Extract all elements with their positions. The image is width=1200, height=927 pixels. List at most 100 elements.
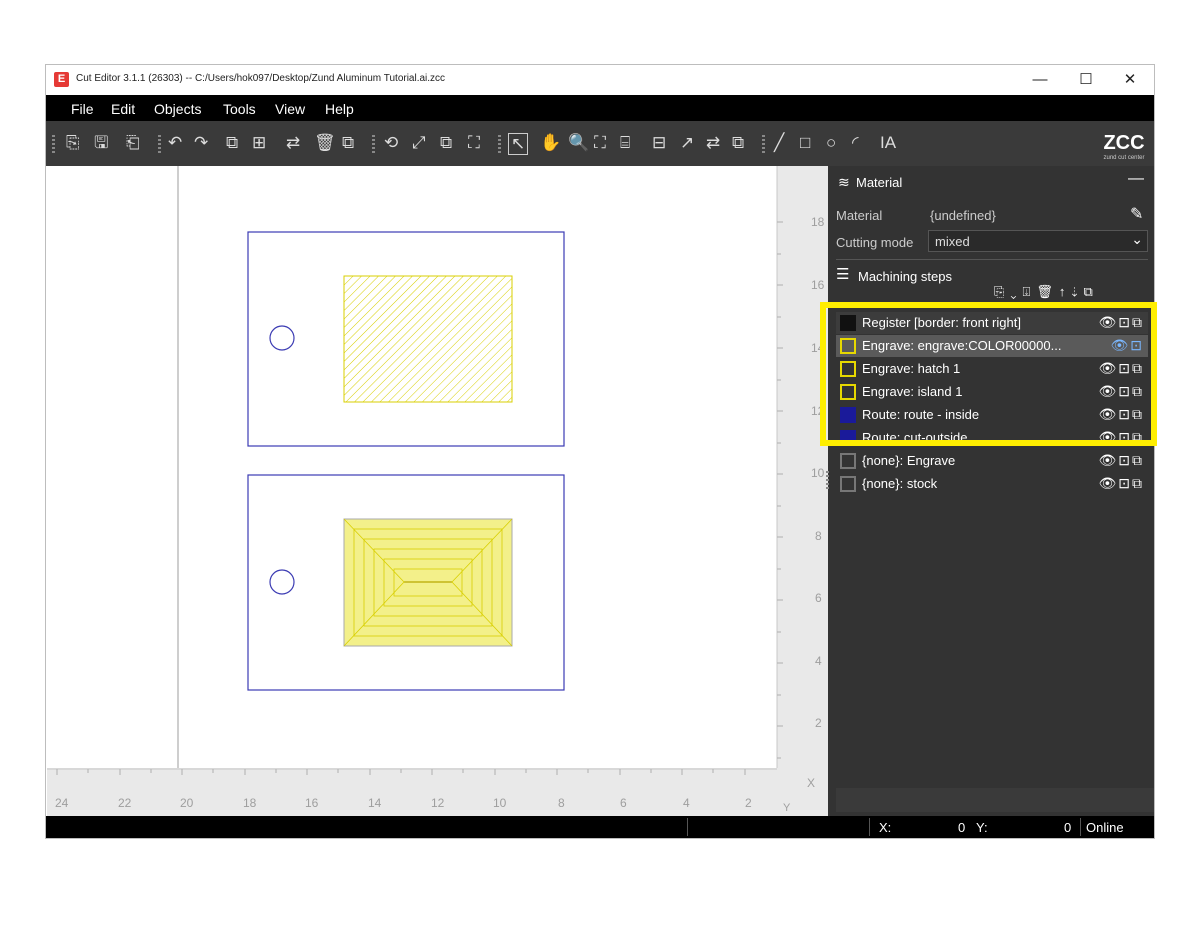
layers-icon: ≋ [838, 174, 850, 190]
ruler-x-label: 6 [620, 796, 627, 810]
nest-icon[interactable]: ⧉ [732, 133, 744, 153]
zoom-icon[interactable]: 🔍 [568, 133, 589, 153]
toolbar-grip[interactable] [762, 135, 765, 153]
pan-hand-icon[interactable]: ✋ [540, 133, 561, 153]
panel-resize-grip[interactable] [826, 471, 829, 489]
zoom-width-icon[interactable]: ⌸ [620, 133, 630, 153]
hole-2[interactable] [269, 569, 295, 595]
visibility-lock-icons[interactable]: 👁⊡⧉ [1099, 429, 1145, 446]
ruler-y-axis-label: Y [783, 802, 791, 814]
visibility-lock-icons[interactable]: 👁⊡⧉ [1099, 360, 1145, 377]
zcc-logo-tagline: zund cut center [1103, 155, 1144, 161]
ruler-x-label: 22 [118, 796, 132, 810]
close-button[interactable]: ✕ [1108, 67, 1152, 93]
menu-bar: File Edit Objects Tools View Help [46, 95, 1154, 121]
ruler-x-label: 12 [431, 796, 445, 810]
edit-pencil-icon[interactable]: ✎ [1130, 204, 1143, 224]
visibility-lock-icons[interactable]: 👁⊡⧉ [1099, 383, 1145, 400]
list-item[interactable]: Route: cut-outside 👁⊡⧉ [836, 427, 1148, 449]
select-pointer-icon[interactable]: ↖ [508, 133, 529, 155]
drawing-canvas[interactable]: 24 22 20 18 16 14 12 10 8 6 4 2 Y X 18 1… [47, 166, 828, 816]
toolbar-grip[interactable] [498, 135, 501, 153]
line-tool-icon[interactable]: ╱ [774, 133, 784, 153]
group-icon[interactable]: ⧉ [226, 133, 238, 153]
menu-view[interactable]: View [275, 101, 305, 117]
visibility-lock-icons[interactable]: 👁⊡⧉ [1099, 452, 1145, 469]
toolbar-grip[interactable] [52, 135, 55, 153]
toolbar-grip[interactable] [372, 135, 375, 153]
save-icon[interactable]: 🖫 [94, 133, 108, 153]
visibility-lock-icons[interactable]: 👁⊡⧉ [1099, 406, 1145, 423]
step-label: {none}: stock [862, 476, 938, 491]
step-label: Engrave: engrave:COLOR00000... [862, 338, 1062, 353]
array-icon[interactable]: ⧉ [440, 133, 452, 153]
transform-icon[interactable]: ⛶ [468, 133, 480, 153]
direction-icon[interactable]: ↗ [680, 133, 694, 153]
ruler-x-label: 10 [493, 796, 507, 810]
ruler-y-label: 2 [815, 716, 822, 730]
list-item[interactable]: Register [border: front right] 👁⊡⧉ [836, 312, 1148, 334]
ungroup-icon[interactable]: ⊞ [252, 133, 266, 153]
visibility-lock-icons[interactable]: 👁⊡⧉ [1099, 314, 1145, 331]
zcc-logo-text: ZCC [1103, 132, 1144, 154]
collapse-icon[interactable]: — [1128, 170, 1144, 188]
list-item[interactable]: {none}: Engrave 👁⊡⧉ [836, 450, 1148, 472]
cutting-mode-value: mixed [935, 234, 970, 249]
ruler-y-label: 8 [815, 529, 822, 543]
list-item[interactable]: Engrave: engrave:COLOR00000... 👁⊡ [836, 335, 1148, 357]
mirror-icon[interactable]: ⤢ [412, 133, 426, 153]
ruler-x-axis-label: X [807, 776, 816, 790]
redo-icon[interactable]: ↷ [194, 133, 208, 153]
rectangle-tool-icon[interactable]: □ [800, 133, 810, 153]
delete-icon[interactable]: 🗑 [314, 133, 336, 153]
maximize-button[interactable]: ☐ [1064, 67, 1108, 93]
ruler-y-label: 12 [811, 404, 825, 418]
circle-tool-icon[interactable]: ○ [826, 133, 836, 153]
menu-file[interactable]: File [71, 101, 94, 117]
menu-help[interactable]: Help [325, 101, 354, 117]
measure-icon[interactable]: ⊟ [652, 133, 666, 153]
visibility-lock-icons[interactable]: 👁⊡ [1110, 337, 1144, 354]
zcc-logo-icon: ZCC zund cut center [1103, 132, 1144, 161]
ruler-x-label: 14 [368, 796, 382, 810]
text-tool-icon[interactable]: IA [880, 133, 896, 153]
minimize-button[interactable]: — [1018, 67, 1062, 93]
cut-editor-window: E Cut Editor 3.1.1 (26303) -- C:/Users/h… [45, 64, 1155, 839]
status-y-value: 0 [1064, 820, 1072, 835]
material-value: {undefined} [930, 208, 996, 223]
list-item[interactable]: {none}: stock 👁⊡⧉ [836, 473, 1148, 495]
status-x-value: 0 [958, 820, 966, 835]
hole-1[interactable] [269, 325, 295, 351]
menu-edit[interactable]: Edit [111, 101, 135, 117]
panel-footer [836, 788, 1154, 812]
steps-toolbar-icons[interactable]: ⎘⌄⍗🗑↑⇣⧉ [994, 284, 1099, 300]
engrave-island-area[interactable] [343, 518, 513, 647]
step-label: Register [border: front right] [862, 315, 1021, 330]
zoom-fit-icon[interactable]: ⛶ [594, 133, 606, 153]
ruler-y-label: 14 [811, 341, 825, 355]
connection-status: Online [1086, 820, 1124, 835]
step-label: Engrave: island 1 [862, 384, 963, 399]
menu-objects[interactable]: Objects [154, 101, 201, 117]
arc-tool-icon[interactable]: ◜ [852, 133, 859, 153]
copy-icon[interactable]: ⧉ [342, 133, 354, 153]
rotate-icon[interactable]: ⟲ [384, 133, 398, 153]
visibility-lock-icons[interactable]: 👁⊡⧉ [1099, 475, 1145, 492]
engrave-hatch-area[interactable] [343, 275, 513, 403]
list-item[interactable]: Engrave: hatch 1 👁⊡⧉ [836, 358, 1148, 380]
step-label: Route: route - inside [862, 407, 980, 422]
step-label: Route: cut-outside [862, 430, 968, 445]
undo-icon[interactable]: ↶ [168, 133, 182, 153]
order-icon[interactable]: ⇄ [286, 133, 300, 153]
cutting-mode-select[interactable]: mixed ⌄ [928, 230, 1148, 252]
export-icon[interactable]: ⎗ [126, 133, 140, 153]
toolbar-grip[interactable] [158, 135, 161, 153]
ruler-x-label: 18 [243, 796, 257, 810]
chevron-down-icon: ⌄ [1131, 231, 1143, 247]
list-item[interactable]: Engrave: island 1 👁⊡⧉ [836, 381, 1148, 403]
menu-tools[interactable]: Tools [223, 101, 256, 117]
list-item[interactable]: Route: route - inside 👁⊡⧉ [836, 404, 1148, 426]
swap-icon[interactable]: ⇄ [706, 133, 720, 153]
import-icon[interactable]: ⎘ [66, 133, 80, 153]
material-label: Material [836, 208, 883, 223]
